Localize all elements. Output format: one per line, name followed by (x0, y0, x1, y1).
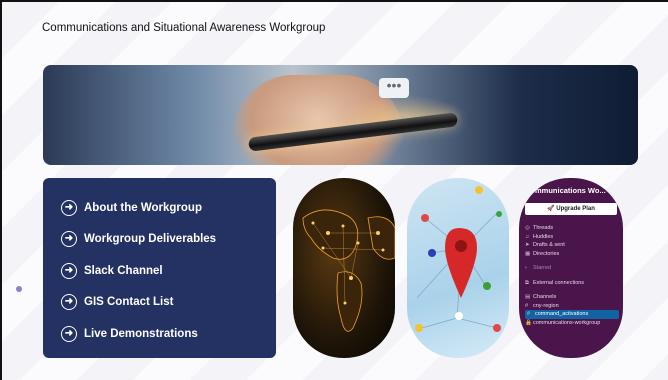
threads-icon: ◎ (525, 225, 530, 231)
chevron-icon: › (525, 265, 527, 271)
arrow-circle-right-icon: ➜ (61, 325, 77, 342)
menu-item-demos[interactable]: ➜ Live Demonstrations (43, 318, 276, 350)
chevron-down-icon: ▾ (607, 186, 612, 195)
slack-channel-item-active[interactable]: # command_activations (525, 310, 619, 319)
external-icon: ⧉ (525, 279, 529, 286)
slack-channel-item[interactable]: 🔒communications-workgroup (525, 319, 619, 328)
decorative-dot (16, 286, 22, 292)
slack-sidebar: ◎ Threads ♫ Huddles ➤ Drafts & sent ▦ Direct… (525, 224, 619, 327)
menu-item-label: GIS Contact List (84, 296, 174, 309)
slide: Communications and Situational Awareness… (0, 0, 668, 380)
menu-item-label: About the Workgroup (84, 201, 202, 214)
hero-image-phone: ••• (43, 65, 638, 165)
slack-external-connections[interactable]: ⧉ External connections (525, 279, 619, 288)
headphones-icon: ♫ (525, 233, 530, 240)
upgrade-plan-button[interactable]: 🚀 Upgrade Plan (525, 203, 617, 215)
menu-item-label: Workgroup Deliverables (84, 233, 217, 246)
arrow-circle-right-icon: ➜ (61, 199, 77, 216)
world-map-image (293, 178, 395, 358)
slack-channel-item[interactable]: # cny-region (525, 302, 619, 311)
slack-starred[interactable]: › Starred (525, 264, 619, 273)
menu-item-label: Live Demonstrations (84, 327, 198, 340)
arrow-circle-right-icon: ➜ (61, 262, 77, 279)
channels-icon: ▤ (525, 294, 531, 300)
slack-nav-drafts[interactable]: ➤ Drafts & sent (525, 241, 619, 250)
menu-item-about[interactable]: ➜ About the Workgroup (43, 192, 276, 224)
slack-workspace-name[interactable]: Communications Wo... ▾ (519, 186, 623, 195)
slack-screenshot: Communications Wo... ▾ 🚀 Upgrade Plan ◎ T… (519, 178, 623, 358)
chat-bubble-icon: ••• (379, 78, 409, 98)
location-pin-graphic (415, 186, 502, 332)
slack-channels-header[interactable]: ▤ Channels (525, 293, 619, 302)
directory-icon: ▦ (525, 250, 531, 257)
rocket-icon: 🚀 (547, 206, 555, 212)
page-title: Communications and Situational Awareness… (42, 22, 326, 34)
hash-icon: # (525, 302, 529, 309)
arrow-circle-right-icon: ➜ (61, 294, 77, 311)
send-icon: ➤ (525, 242, 530, 248)
slack-nav-directories[interactable]: ▦ Directories (525, 250, 619, 259)
menu-item-label: Slack Channel (84, 264, 163, 277)
hash-icon: # (527, 311, 531, 317)
menu-item-deliverables[interactable]: ➜ Workgroup Deliverables (43, 224, 276, 256)
location-pin-image (407, 178, 509, 358)
slack-nav-threads[interactable]: ◎ Threads (525, 224, 619, 233)
arrow-circle-right-icon: ➜ (61, 231, 77, 248)
lock-icon: 🔒 (525, 319, 532, 326)
navigation-menu: ➜ About the Workgroup ➜ Workgroup Delive… (43, 178, 276, 358)
world-map-graphic (302, 209, 395, 332)
menu-item-slack[interactable]: ➜ Slack Channel (43, 255, 276, 287)
slack-nav-huddles[interactable]: ♫ Huddles (525, 233, 619, 242)
menu-item-gis[interactable]: ➜ GIS Contact List (43, 287, 276, 319)
